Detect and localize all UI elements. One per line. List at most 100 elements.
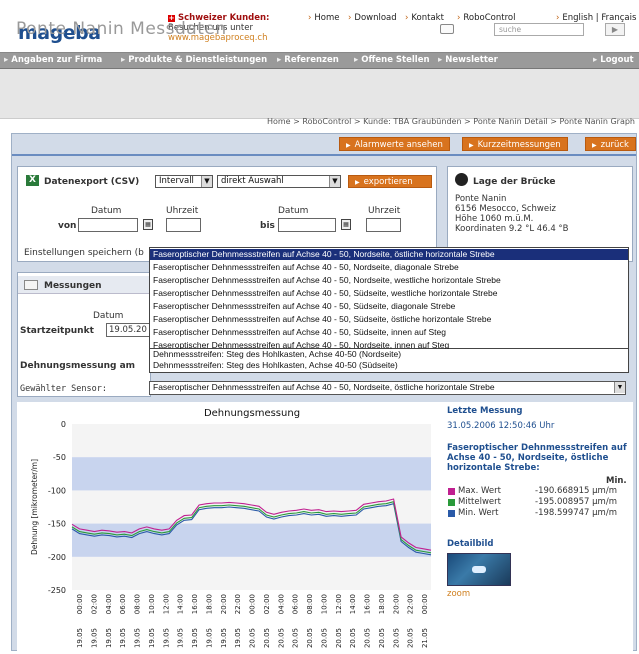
von-label: von	[58, 221, 77, 231]
auswahl-select[interactable]: direkt Auswahl ▼	[217, 175, 341, 188]
page-title: Ponte Nanin Messdaten	[16, 19, 227, 39]
x-tick-date: 20.05	[320, 628, 328, 648]
dropdown-option[interactable]: Faseroptischer Dehnmessstreifen auf Achs…	[150, 314, 628, 325]
x-tick-label: 22:00	[407, 594, 415, 614]
calendar-icon[interactable]: ▦	[341, 219, 351, 230]
y-tick-label: -200	[48, 553, 66, 562]
nav-firma[interactable]: Angaben zur Firma	[4, 55, 102, 65]
x-tick-label: 12:00	[335, 594, 343, 614]
home-link[interactable]: Home	[308, 13, 339, 23]
nav-stellen[interactable]: Offene Stellen	[354, 55, 429, 65]
back-button[interactable]: zurück	[585, 137, 636, 151]
divider	[12, 154, 636, 156]
y-axis-label: Dehnung [mikrometer/m]	[30, 459, 39, 555]
export-button[interactable]: exportieren	[348, 175, 432, 188]
chart-area: Dehnungsmessung 0 -50 -100 -150 -200 -250 Dehnu…	[17, 402, 441, 651]
datum-label: Datum	[278, 206, 309, 216]
dropdown-option[interactable]: Faseroptischer Dehnmessstreifen auf Achs…	[150, 301, 628, 312]
x-tick-date: 20.05	[349, 628, 357, 648]
detail-image-thumbnail[interactable]	[447, 553, 511, 586]
x-tick-label: 08:00	[134, 594, 142, 614]
x-tick-date: 19.05	[148, 628, 156, 648]
kontakt-link[interactable]: Kontakt	[405, 13, 444, 23]
sensor-select[interactable]: Faseroptischer Dehnmessstreifen auf Achs…	[149, 381, 626, 395]
nav-produkte[interactable]: Produkte & Dienstleistungen	[121, 55, 267, 65]
excel-icon: X	[26, 175, 39, 186]
save-settings-label[interactable]: Einstellungen speichern (b	[24, 248, 144, 258]
dropdown-option[interactable]: Faseroptischer Dehnmessstreifen auf Achs…	[150, 262, 628, 273]
x-tick-label: 10:00	[320, 594, 328, 614]
x-tick-label: 02:00	[90, 594, 98, 614]
x-tick-date: 20.05	[292, 628, 300, 648]
x-tick-date: 19.05	[119, 628, 127, 648]
location-title: Lage der Brücke	[473, 177, 556, 187]
legend-min-label: Min. Wert	[458, 508, 499, 518]
dropdown-option[interactable]: Faseroptischer Dehnmessstreifen auf Achs…	[150, 275, 628, 286]
sensor-dropdown-list[interactable]: Faseroptischer Dehnmessstreifen auf Achs…	[149, 247, 629, 350]
x-tick-label: 18:00	[378, 594, 386, 614]
y-tick-label: -100	[48, 486, 66, 495]
search-go-button[interactable]: ▶	[605, 23, 625, 36]
kurzzeit-button[interactable]: Kurzzeitmessungen	[462, 137, 568, 151]
globe-icon	[455, 173, 468, 186]
band	[72, 523, 431, 557]
x-tick-label: 00:00	[249, 594, 257, 614]
x-tick-label: 00:00	[421, 594, 429, 614]
y-tick-label: 0	[61, 420, 66, 429]
chart-title: Dehnungsmessung	[204, 408, 300, 419]
sensor-name: Faseroptischer Dehnmessstreifen auf Achs…	[447, 443, 627, 473]
sensor-label: Gewählter Sensor:	[20, 384, 107, 394]
x-tick-date: 20.05	[335, 628, 343, 648]
min-header: Min.	[606, 476, 627, 486]
dropdown-option[interactable]: Dehnmessstreifen: Steg des Hohlkasten, A…	[150, 360, 628, 371]
y-tick-label: -250	[48, 586, 66, 595]
legend-swatch-max	[448, 488, 455, 495]
x-tick-label: 02:00	[263, 594, 271, 614]
x-tick-date: 20.05	[378, 628, 386, 648]
dropdown-option[interactable]: Faseroptischer Dehnmessstreifen auf Achs…	[150, 327, 628, 338]
language-links[interactable]: English | Français	[556, 13, 636, 23]
x-tick-label: 10:00	[148, 594, 156, 614]
dropdown-option[interactable]: Dehnmessstreifen: Steg des Hohlkasten, A…	[150, 349, 628, 360]
x-tick-label: 00:00	[76, 594, 84, 614]
search-input[interactable]: suche	[494, 23, 584, 36]
dropdown-option[interactable]: Faseroptischer Dehnmessstreifen auf Achs…	[150, 288, 628, 299]
legend-swatch-mean	[448, 499, 455, 506]
bis-time-input[interactable]	[366, 218, 401, 232]
calendar-icon[interactable]: ▦	[143, 219, 153, 230]
interval-select[interactable]: Intervall ▼	[155, 175, 213, 188]
x-tick-label: 20:00	[392, 594, 400, 614]
x-tick-label: 14:00	[349, 594, 357, 614]
y-tick-label: -150	[48, 520, 66, 529]
breadcrumb[interactable]: Home > RoboControl > Kunde: TBA Graubünd…	[0, 117, 635, 126]
logout-link[interactable]: Logout	[593, 55, 633, 65]
von-date-input[interactable]	[78, 218, 138, 232]
zoom-link[interactable]: zoom	[447, 589, 470, 599]
legend-max-value: -190.668915 µm/m	[535, 486, 617, 496]
info-column	[441, 402, 633, 651]
x-tick-label: 14:00	[177, 594, 185, 614]
x-tick-label: 04:00	[277, 594, 285, 614]
legend-mean-label: Mittelwert	[458, 497, 501, 507]
bis-label: bis	[260, 221, 275, 231]
download-link[interactable]: Download	[348, 13, 396, 23]
alarm-button[interactable]: Alarmwerte ansehen	[339, 137, 450, 151]
x-tick-date: 20.05	[263, 628, 271, 648]
detail-image-title: Detailbild	[447, 539, 494, 549]
chevron-down-icon: ▼	[201, 176, 212, 187]
print-icon[interactable]	[440, 24, 454, 34]
location-info: Ponte Nanin 6156 Mesocco, Schweiz Höhe 106…	[455, 194, 569, 234]
x-tick-date: 19.05	[105, 628, 113, 648]
startzeit-label: Startzeitpunkt	[20, 326, 94, 336]
dropdown-option[interactable]: Faseroptischer Dehnmessstreifen auf Achs…	[150, 249, 628, 260]
sensor-dropdown-list-tail: Dehnmessstreifen: Steg des Hohlkasten, A…	[149, 349, 629, 373]
nav-referenzen[interactable]: Referenzen	[277, 55, 339, 65]
nav-newsletter[interactable]: Newsletter	[438, 55, 498, 65]
startzeit-input[interactable]: 19.05.20	[106, 323, 150, 337]
x-tick-label: 12:00	[162, 594, 170, 614]
x-tick-date: 19.05	[205, 628, 213, 648]
bis-date-input[interactable]	[278, 218, 336, 232]
von-time-input[interactable]	[166, 218, 201, 232]
robocontrol-link[interactable]: RoboControl	[457, 13, 515, 23]
x-tick-label: 22:00	[234, 594, 242, 614]
